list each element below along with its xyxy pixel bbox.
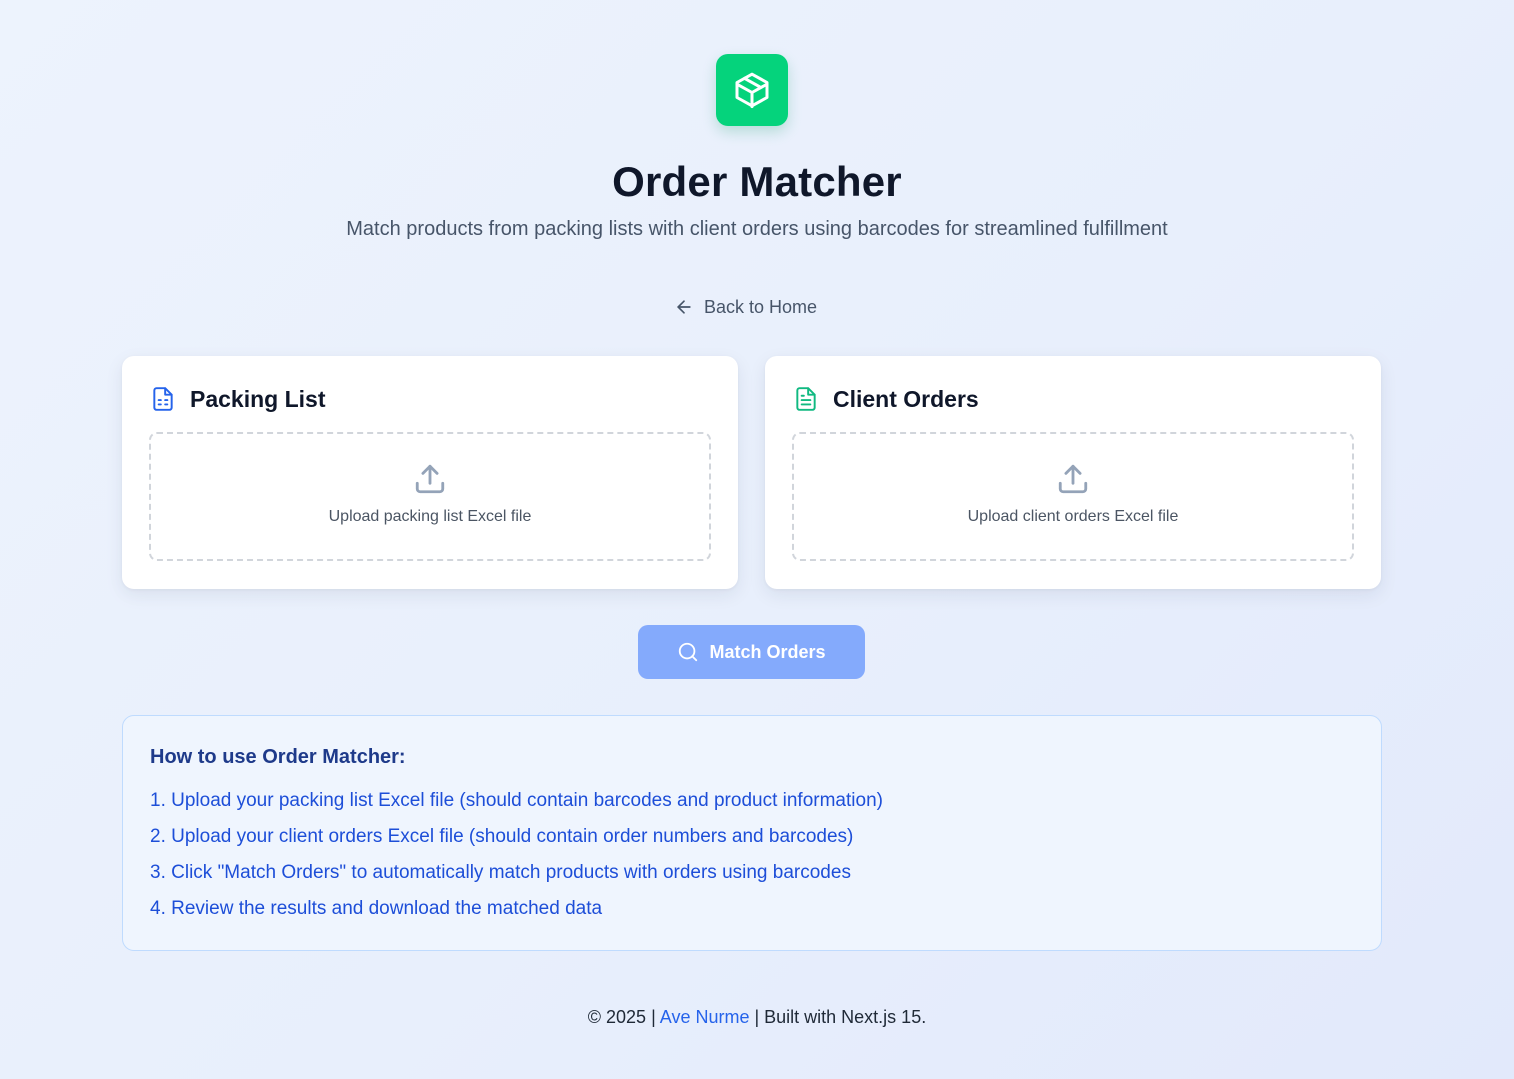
match-orders-button[interactable]: Match Orders [638, 625, 865, 679]
footer-built-with: | Built with Next.js 15. [749, 1007, 927, 1027]
app-logo [716, 54, 788, 126]
packing-list-header: Packing List [150, 384, 325, 414]
packing-list-title: Packing List [190, 385, 326, 412]
package-box-icon [735, 72, 769, 109]
page-title: Order Matcher [612, 158, 902, 205]
packing-list-upload-dropzone[interactable]: Upload packing list Excel file [149, 432, 711, 561]
instructions-title: How to use Order Matcher: [150, 746, 406, 768]
instruction-step: 1. Upload your packing list Excel file (… [150, 790, 883, 811]
packing-list-upload-text: Upload packing list Excel file [328, 508, 532, 525]
page-footer: © 2025 | Ave Nurme | Built with Next.js … [0, 1007, 1514, 1028]
client-orders-upload-dropzone[interactable]: Upload client orders Excel file [792, 432, 1354, 561]
search-icon [679, 642, 698, 662]
back-link-label: Back to Home [704, 296, 818, 317]
arrow-left-icon [677, 300, 691, 314]
client-orders-card: Client Orders Upload client orders Excel… [765, 356, 1381, 589]
instructions-panel: How to use Order Matcher: 1. Upload your… [122, 715, 1382, 951]
match-orders-label: Match Orders [709, 641, 826, 662]
upload-icon [1058, 464, 1088, 494]
instruction-step: 3. Click "Match Orders" to automatically… [150, 862, 851, 883]
upload-icon [415, 464, 445, 494]
document-file-icon [796, 387, 816, 411]
client-orders-title: Client Orders [833, 385, 979, 412]
author-link[interactable]: Ave Nurme [660, 1007, 750, 1027]
instruction-step: 4. Review the results and download the m… [150, 898, 603, 919]
instruction-step: 2. Upload your client orders Excel file … [150, 826, 854, 847]
back-to-home-link[interactable]: Back to Home [674, 294, 817, 320]
spreadsheet-file-icon [153, 387, 173, 411]
client-orders-header: Client Orders [793, 384, 979, 414]
client-orders-upload-text: Upload client orders Excel file [967, 508, 1179, 525]
page-subtitle: Match products from packing lists with c… [346, 218, 1168, 240]
packing-list-card: Packing List Upload packing list Excel f… [122, 356, 738, 589]
footer-copyright: © 2025 | [587, 1007, 660, 1027]
